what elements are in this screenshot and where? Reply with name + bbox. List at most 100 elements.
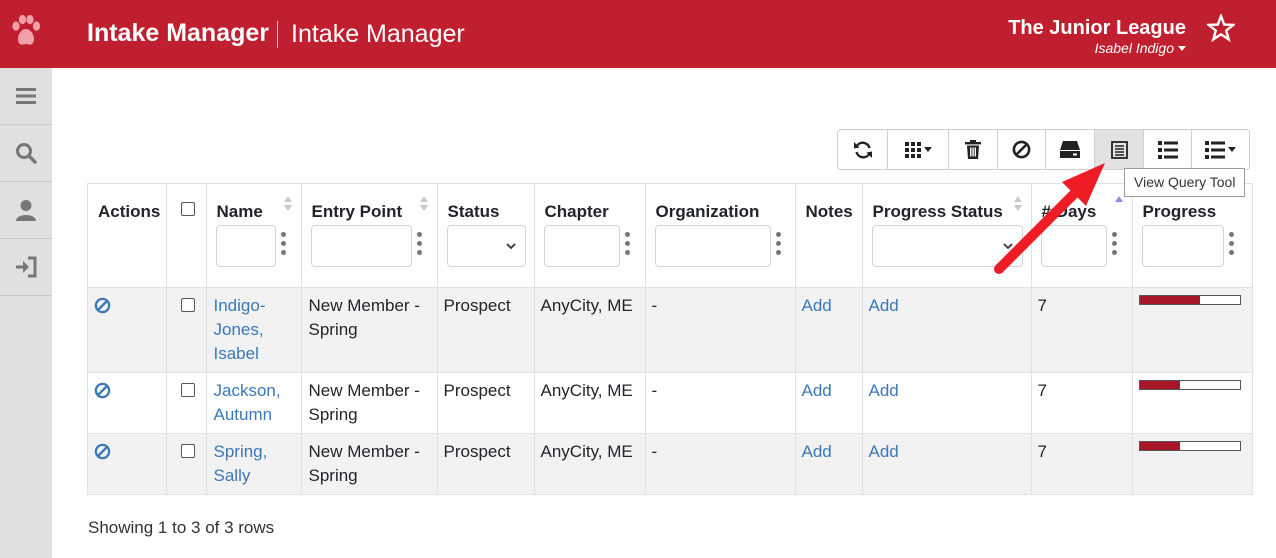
user-menu[interactable]: Isabel Indigo [1095, 40, 1186, 56]
progress-status-cell: Add [862, 433, 1032, 494]
progress-status-cell: Add [862, 372, 1032, 434]
sort-icon[interactable] [283, 196, 293, 216]
kebab-icon[interactable] [416, 232, 422, 259]
organization-filter-input[interactable] [654, 225, 771, 267]
hamburger-icon [16, 88, 36, 104]
sidebar-item-logout[interactable] [0, 239, 52, 296]
chapter-filter-input[interactable] [543, 225, 620, 267]
refresh-icon [853, 141, 872, 158]
status-cell: Prospect [437, 372, 535, 434]
ban-icon[interactable] [94, 443, 111, 460]
member-name-link[interactable]: Jackson, Autumn [214, 381, 281, 424]
member-name-link[interactable]: Spring, Sally [214, 442, 268, 485]
row-checkbox[interactable] [180, 382, 195, 397]
add-note-link[interactable]: Add [802, 381, 832, 400]
kebab-icon[interactable] [1111, 232, 1117, 259]
progress-fill [1139, 380, 1180, 389]
row-checkbox[interactable] [180, 297, 195, 312]
columns-dropdown-button[interactable] [888, 130, 949, 169]
column-header-actions: Actions [88, 184, 167, 288]
user-icon [16, 200, 36, 221]
entry-point-cell: New Member - Spring [301, 287, 438, 373]
organization-name: The Junior League [1008, 17, 1186, 39]
ban-icon[interactable] [94, 297, 111, 314]
caret-down-icon [923, 147, 932, 152]
kebab-icon[interactable] [1228, 232, 1234, 259]
add-note-link[interactable]: Add [802, 442, 832, 461]
column-header-name[interactable]: Name [206, 184, 302, 288]
annotation-arrow-icon [994, 163, 1105, 274]
name-filter-input[interactable] [215, 225, 276, 267]
query-tool-tooltip: View Query Tool [1124, 168, 1246, 197]
sidebar [0, 68, 52, 558]
organization-cell: - [645, 287, 796, 373]
app-subtitle: Intake Manager [291, 20, 465, 48]
days-cell: 7 [1031, 287, 1133, 373]
name-cell: Indigo-Jones, Isabel [206, 287, 302, 373]
title-divider [277, 21, 278, 48]
sort-icon[interactable] [419, 196, 429, 216]
ban-icon[interactable] [94, 382, 111, 399]
ban-icon [1012, 140, 1031, 159]
progress-cell [1132, 433, 1252, 494]
status-cell: Prospect [437, 433, 535, 494]
organization-cell: - [645, 372, 796, 434]
paw-icon[interactable] [10, 14, 42, 50]
column-header-entry-point[interactable]: Entry Point [301, 184, 438, 288]
add-progress-status-link[interactable]: Add [869, 442, 899, 461]
row-actions-cell [88, 372, 167, 434]
column-header-organization[interactable]: Organization [645, 184, 796, 288]
name-cell: Spring, Sally [206, 433, 302, 494]
query-icon [1110, 140, 1128, 159]
entry-point-cell: New Member - Spring [301, 372, 438, 434]
add-progress-status-link[interactable]: Add [869, 381, 899, 400]
progress-filter-input[interactable] [1141, 225, 1224, 267]
list-view-button[interactable] [1144, 130, 1192, 169]
add-progress-status-link[interactable]: Add [869, 296, 899, 315]
row-select-cell [166, 287, 207, 373]
kebab-icon[interactable] [775, 232, 781, 259]
column-header-progress[interactable]: Progress [1132, 184, 1252, 288]
chapter-cell: AnyCity, ME [534, 372, 646, 434]
entry-point-filter-input[interactable] [310, 225, 412, 267]
table-row: Spring, Sally New Member - Spring Prospe… [88, 433, 1252, 494]
progress-bar [1138, 294, 1241, 305]
days-cell: 7 [1031, 372, 1133, 434]
entry-point-cell: New Member - Spring [301, 433, 438, 494]
sidebar-item-menu[interactable] [0, 68, 52, 125]
list-icon [1157, 140, 1178, 159]
list-icon [1205, 140, 1225, 159]
column-header-chapter[interactable]: Chapter [534, 184, 646, 288]
member-name-link[interactable]: Indigo-Jones, Isabel [214, 296, 266, 363]
row-actions-cell [88, 433, 167, 494]
status-filter-select[interactable] [446, 225, 526, 267]
status-cell: Prospect [437, 287, 535, 373]
caret-down-icon [1178, 46, 1186, 51]
user-name: Isabel Indigo [1094, 40, 1174, 56]
progress-status-cell: Add [862, 287, 1032, 373]
column-header-status[interactable]: Status [437, 184, 535, 288]
kebab-icon[interactable] [280, 232, 286, 259]
add-note-link[interactable]: Add [802, 296, 832, 315]
star-icon[interactable] [1207, 14, 1235, 42]
app-title[interactable]: Intake Manager [87, 19, 269, 48]
progress-cell [1132, 372, 1252, 434]
progress-fill [1139, 295, 1200, 304]
table-summary: Showing 1 to 3 of 3 rows [88, 518, 275, 537]
table-row: Jackson, Autumn New Member - Spring Pros… [88, 372, 1252, 434]
list-options-dropdown-button[interactable] [1192, 130, 1249, 169]
sort-icon[interactable] [1114, 196, 1124, 216]
progress-bar [1138, 379, 1241, 390]
kebab-icon[interactable] [624, 232, 630, 259]
refresh-button[interactable] [838, 130, 888, 169]
caret-down-icon [1228, 147, 1236, 152]
notes-cell: Add [795, 372, 863, 434]
select-all-checkbox[interactable] [180, 202, 195, 216]
top-bar: Intake Manager Intake Manager The Junior… [0, 0, 1276, 68]
sidebar-item-profile[interactable] [0, 182, 52, 239]
grid-icon [904, 141, 921, 158]
days-cell: 7 [1031, 433, 1133, 494]
row-checkbox[interactable] [180, 443, 195, 458]
column-header-select-all [166, 184, 207, 288]
sidebar-item-search[interactable] [0, 125, 52, 182]
